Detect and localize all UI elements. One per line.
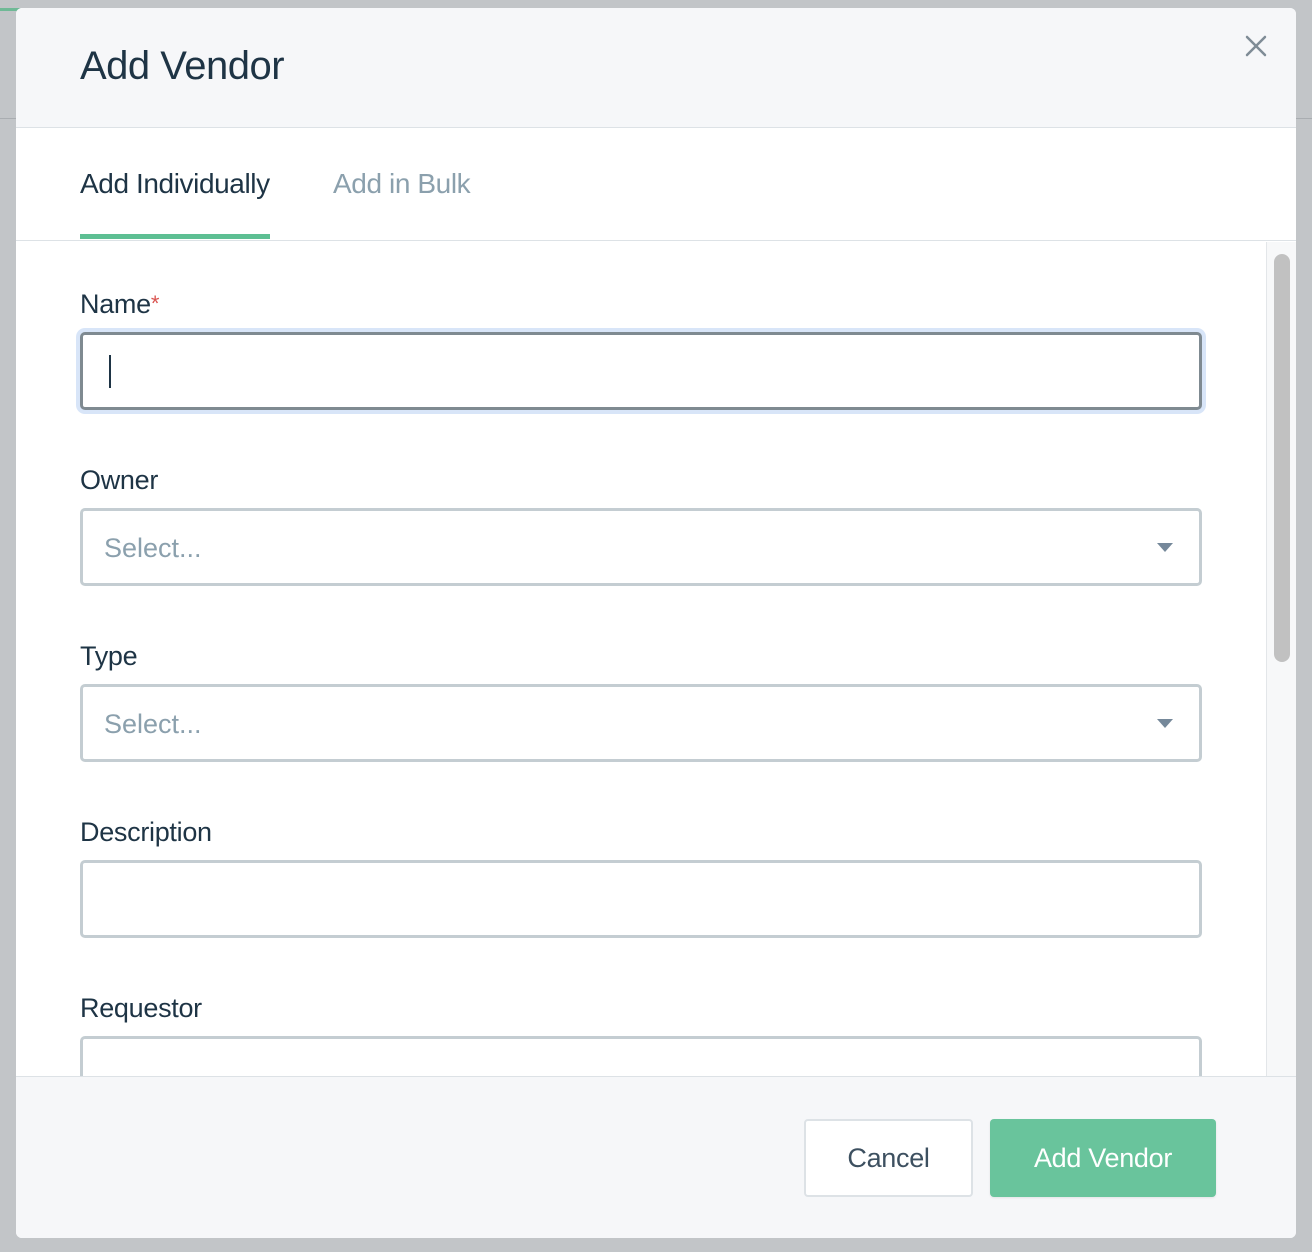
modal-header: Add Vendor — [16, 8, 1296, 128]
chevron-down-icon — [1157, 543, 1173, 552]
tab-add-in-bulk[interactable]: Add in Bulk — [333, 168, 471, 200]
name-input[interactable] — [80, 332, 1202, 410]
description-input[interactable] — [80, 860, 1202, 938]
name-field-label: Name* — [80, 288, 159, 320]
requestor-input[interactable] — [80, 1036, 1202, 1076]
add-vendor-button[interactable]: Add Vendor — [990, 1119, 1216, 1197]
add-vendor-modal: Add Vendor Add Individually Add in Bulk … — [16, 8, 1296, 1238]
cancel-button[interactable]: Cancel — [804, 1119, 973, 1197]
modal-footer: Cancel Add Vendor — [16, 1076, 1296, 1238]
tab-bar: Add Individually Add in Bulk — [16, 128, 1296, 241]
text-cursor — [109, 355, 111, 388]
background-divider — [0, 118, 16, 119]
owner-select[interactable]: Select... — [80, 508, 1202, 586]
description-field-label: Description — [80, 817, 212, 847]
requestor-field-label: Requestor — [80, 993, 202, 1023]
scrollbar-thumb[interactable] — [1274, 254, 1290, 662]
owner-select-placeholder: Select... — [104, 533, 202, 563]
close-button[interactable] — [1240, 30, 1272, 62]
required-indicator: * — [150, 291, 160, 316]
type-select[interactable]: Select... — [80, 684, 1202, 762]
modal-body: Name* Owner Select... Type Select... Des… — [16, 242, 1296, 1076]
chevron-down-icon — [1157, 719, 1173, 728]
tab-add-individually[interactable]: Add Individually — [80, 168, 270, 200]
active-tab-indicator — [80, 234, 270, 239]
background-divider — [1296, 118, 1312, 119]
modal-title: Add Vendor — [80, 44, 285, 88]
type-select-placeholder: Select... — [104, 709, 202, 739]
name-label-text: Name — [80, 289, 151, 319]
owner-field-label: Owner — [80, 465, 159, 495]
close-icon — [1245, 35, 1267, 57]
type-field-label: Type — [80, 641, 138, 671]
